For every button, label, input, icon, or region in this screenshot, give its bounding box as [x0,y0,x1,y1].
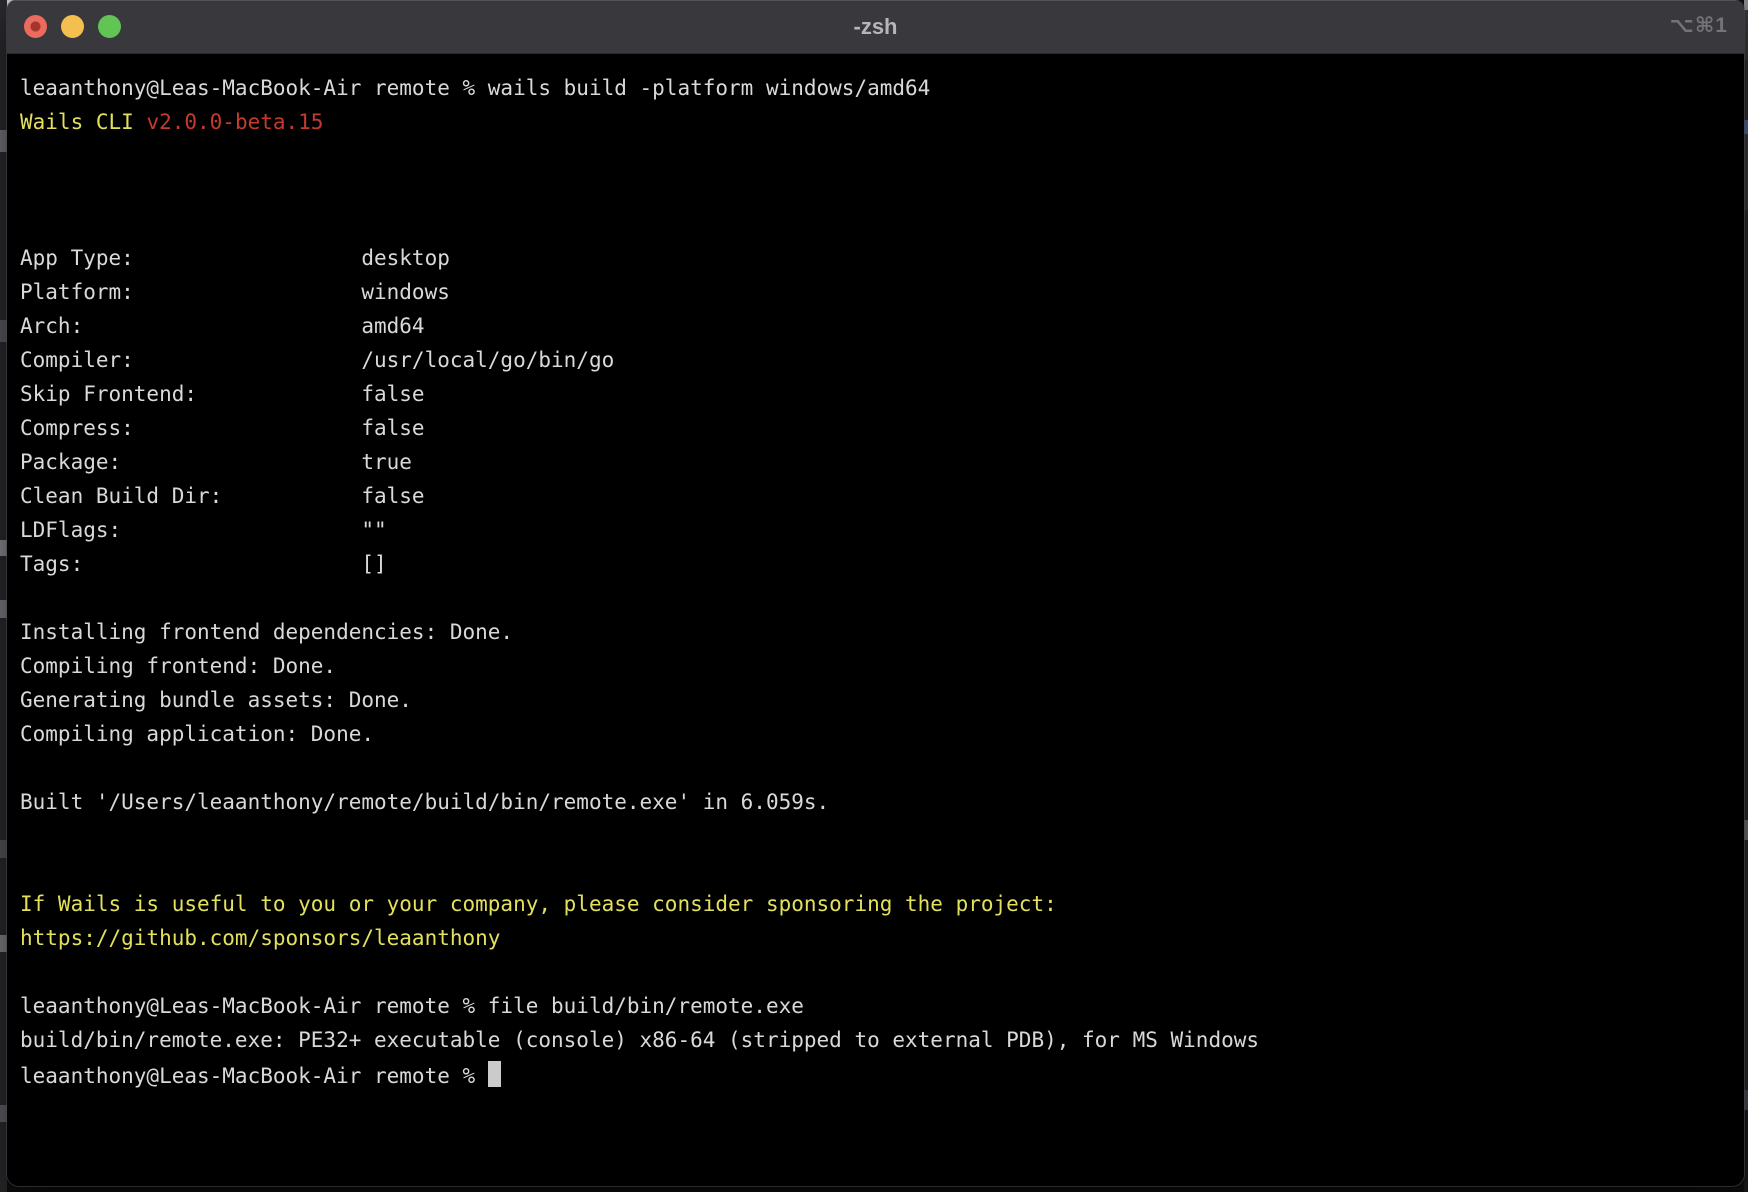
terminal-window: -zsh ⌥⌘1 leaanthony@Leas-MacBook-Air rem… [7,0,1744,1186]
text-segment: If Wails is useful to you or your compan… [20,892,1057,916]
terminal-line: leaanthony@Leas-MacBook-Air remote % [20,1057,1731,1091]
terminal-line: Generating bundle assets: Done. [20,683,1731,717]
terminal-line: Tags: [] [20,547,1731,581]
text-segment: leaanthony@Leas-MacBook-Air remote % wai… [20,76,930,100]
window-title: -zsh [854,14,898,40]
text-segment: leaanthony@Leas-MacBook-Air remote % [20,1064,488,1088]
text-segment: Package: true [20,450,412,474]
text-segment: https://github.com/sponsors/leaanthony [20,926,500,950]
text-segment: Compiling frontend: Done. [20,654,336,678]
close-button[interactable] [24,15,47,38]
terminal-line: Package: true [20,445,1731,479]
terminal-line [20,207,1731,241]
text-segment: Platform: windows [20,280,450,304]
text-segment: Wails CLI [20,110,146,134]
terminal-line: https://github.com/sponsors/leaanthony [20,921,1731,955]
terminal-line: Compress: false [20,411,1731,445]
terminal-line: Compiler: /usr/local/go/bin/go [20,343,1731,377]
terminal-output[interactable]: leaanthony@Leas-MacBook-Air remote % wai… [7,54,1744,1091]
text-segment: Generating bundle assets: Done. [20,688,412,712]
text-segment: v2.0.0-beta.15 [146,110,323,134]
terminal-line: build/bin/remote.exe: PE32+ executable (… [20,1023,1731,1057]
terminal-line: leaanthony@Leas-MacBook-Air remote % wai… [20,71,1731,105]
titlebar[interactable]: -zsh ⌥⌘1 [7,0,1744,54]
terminal-line: Skip Frontend: false [20,377,1731,411]
minimize-button[interactable] [61,15,84,38]
terminal-line: Clean Build Dir: false [20,479,1731,513]
terminal-line [20,173,1731,207]
terminal-line: Arch: amd64 [20,309,1731,343]
terminal-line [20,581,1731,615]
terminal-line: App Type: desktop [20,241,1731,275]
tab-shortcut-label: ⌥⌘1 [1670,13,1728,38]
terminal-line [20,139,1731,173]
terminal-line: LDFlags: "" [20,513,1731,547]
background-window-edge-right [1744,0,1748,1192]
text-segment: Compress: false [20,416,425,440]
terminal-line [20,853,1731,887]
text-segment: App Type: desktop [20,246,450,270]
text-segment: Tags: [] [20,552,387,576]
terminal-line: Built '/Users/leaanthony/remote/build/bi… [20,785,1731,819]
terminal-line: leaanthony@Leas-MacBook-Air remote % fil… [20,989,1731,1023]
text-segment: Installing frontend dependencies: Done. [20,620,513,644]
text-segment: Compiler: /usr/local/go/bin/go [20,348,614,372]
text-segment: Arch: amd64 [20,314,425,338]
text-segment: Clean Build Dir: false [20,484,425,508]
background-window-edge-left [0,0,7,1192]
traffic-lights [24,15,121,38]
text-segment: build/bin/remote.exe: PE32+ executable (… [20,1028,1259,1052]
terminal-line: Compiling application: Done. [20,717,1731,751]
text-segment: LDFlags: "" [20,518,387,542]
text-segment: Built '/Users/leaanthony/remote/build/bi… [20,790,829,814]
text-segment: leaanthony@Leas-MacBook-Air remote % fil… [20,994,804,1018]
terminal-line: Wails CLI v2.0.0-beta.15 [20,105,1731,139]
text-segment: Compiling application: Done. [20,722,374,746]
terminal-line: Installing frontend dependencies: Done. [20,615,1731,649]
zoom-button[interactable] [98,15,121,38]
terminal-line [20,819,1731,853]
text-segment: Skip Frontend: false [20,382,425,406]
terminal-line: Compiling frontend: Done. [20,649,1731,683]
terminal-cursor [488,1061,501,1087]
terminal-line [20,955,1731,989]
terminal-line: If Wails is useful to you or your compan… [20,887,1731,921]
terminal-line [20,751,1731,785]
terminal-line: Platform: windows [20,275,1731,309]
